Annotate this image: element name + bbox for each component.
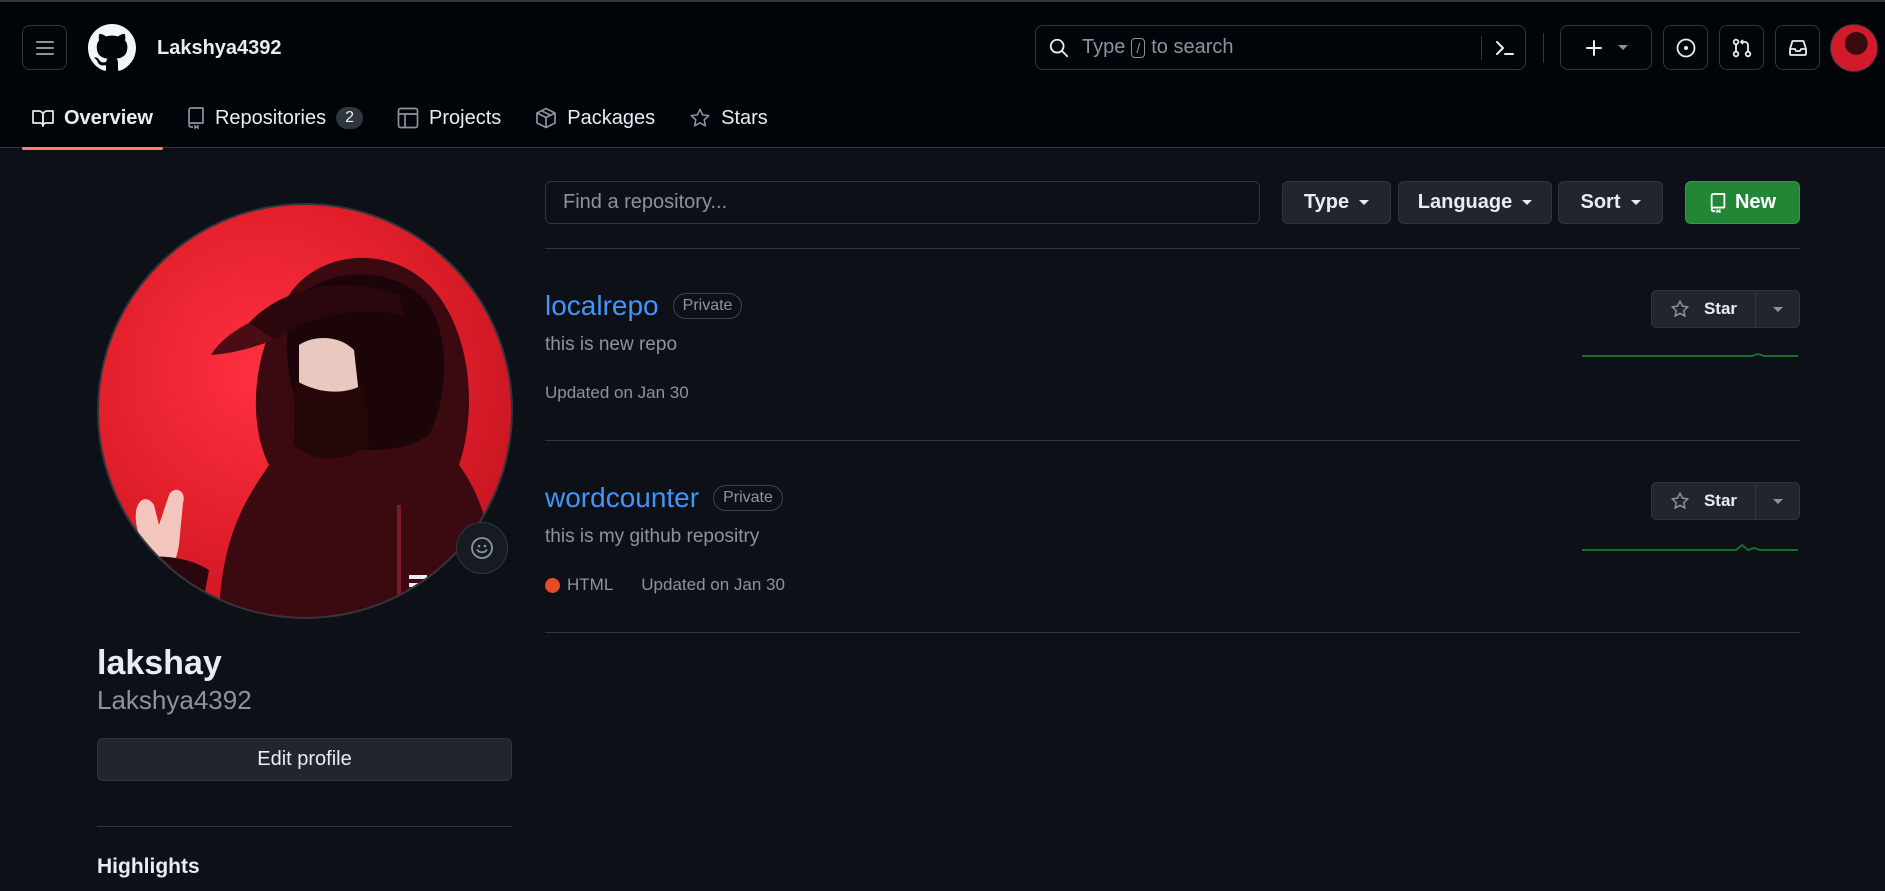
pull-requests-button[interactable] — [1719, 25, 1764, 70]
repo-icon — [188, 107, 204, 129]
command-palette-icon[interactable] — [1493, 36, 1517, 60]
repo-list-item: localrepo Private this is new repo Updat… — [545, 248, 1800, 440]
tab-projects[interactable]: Projects — [387, 98, 511, 138]
tab-packages[interactable]: Packages — [525, 98, 665, 138]
type-filter-label: Type — [1303, 191, 1350, 213]
star-list-dropdown[interactable] — [1756, 291, 1799, 327]
star-list-dropdown[interactable] — [1756, 483, 1799, 519]
edit-profile-button[interactable]: Edit profile — [97, 738, 512, 781]
issues-button[interactable] — [1663, 25, 1708, 70]
visibility-badge: Private — [713, 485, 783, 511]
global-search-input[interactable]: Type / to search — [1035, 25, 1526, 70]
smiley-icon — [471, 537, 493, 559]
github-logo-icon[interactable] — [88, 24, 136, 72]
profile-display-name: lakshay — [97, 644, 222, 682]
profile-avatar[interactable] — [97, 203, 513, 619]
repo-description: this is my github repositry — [545, 526, 760, 547]
activity-sparkline — [1582, 352, 1798, 357]
avatar-illustration — [135, 257, 496, 617]
create-new-button[interactable] — [1560, 25, 1652, 70]
issue-opened-icon — [1676, 38, 1695, 57]
language-color-dot — [545, 577, 560, 593]
star-icon — [690, 108, 710, 127]
repo-name-link[interactable]: localrepo — [545, 290, 659, 322]
star-label: Star — [1703, 299, 1738, 318]
chevron-down-icon — [1359, 200, 1370, 205]
new-repository-button[interactable]: New — [1685, 181, 1800, 224]
repo-icon — [1710, 192, 1726, 213]
package-icon — [536, 107, 557, 129]
chevron-down-icon — [1522, 200, 1533, 205]
chevron-down-icon — [1772, 498, 1783, 504]
sort-button[interactable]: Sort — [1558, 181, 1663, 224]
repo-language: HTML — [545, 575, 613, 595]
star-button[interactable]: Star — [1652, 291, 1756, 327]
repo-description: this is new repo — [545, 334, 678, 355]
plus-icon — [1586, 39, 1602, 56]
repo-updated-time: Updated on Jan 30 — [641, 575, 785, 594]
repo-list-item: wordcounter Private this is my github re… — [545, 440, 1800, 632]
profile-tabs: Overview Repositories 2 Projects Package… — [22, 98, 792, 150]
type-filter-button[interactable]: Type — [1282, 181, 1391, 224]
tab-stars-label: Stars — [721, 106, 768, 129]
chevron-down-icon — [1630, 200, 1641, 205]
star-icon — [1671, 492, 1689, 509]
list-divider — [545, 632, 1800, 633]
search-suffix-text: to search — [1151, 36, 1234, 58]
new-button-label: New — [1734, 191, 1777, 213]
hamburger-icon — [35, 40, 54, 55]
star-button-group: Star — [1651, 290, 1800, 328]
search-icon — [1049, 38, 1069, 57]
search-divider — [1481, 36, 1482, 60]
repo-meta: Updated on Jan 30 — [545, 383, 689, 403]
git-pull-request-icon — [1732, 38, 1751, 57]
repo-updated-time: Updated on Jan 30 — [545, 383, 689, 402]
user-avatar-menu[interactable] — [1830, 24, 1878, 72]
language-label: HTML — [567, 575, 614, 594]
find-repository-input[interactable] — [545, 181, 1260, 224]
search-placeholder: Type / to search — [1082, 36, 1234, 59]
table-icon — [397, 107, 419, 129]
tab-packages-label: Packages — [567, 106, 656, 129]
star-icon — [1671, 300, 1689, 317]
repositories-count-badge: 2 — [336, 107, 364, 129]
repo-name-link[interactable]: wordcounter — [545, 482, 699, 514]
set-status-button[interactable] — [456, 522, 508, 574]
activity-sparkline — [1582, 543, 1798, 552]
sidebar-divider — [97, 826, 512, 827]
tab-overview-label: Overview — [64, 106, 153, 129]
repo-meta: HTML Updated on Jan 30 — [545, 575, 785, 595]
tab-stars[interactable]: Stars — [679, 98, 778, 138]
repo-title-row: localrepo Private — [545, 290, 743, 322]
inbox-icon — [1788, 39, 1807, 56]
star-button[interactable]: Star — [1652, 483, 1756, 519]
chevron-down-icon — [1772, 306, 1783, 312]
profile-login-name: Lakshya4392 — [97, 685, 252, 715]
repo-title-row: wordcounter Private — [545, 482, 783, 514]
sort-label: Sort — [1580, 191, 1621, 213]
language-filter-button[interactable]: Language — [1398, 181, 1552, 224]
star-button-group: Star — [1651, 482, 1800, 520]
inbox-button[interactable] — [1775, 25, 1820, 70]
global-header: Lakshya4392 Type / to search Overview Re… — [0, 0, 1885, 150]
search-shortcut-key: / — [1131, 37, 1146, 58]
hamburger-menu-button[interactable] — [22, 25, 67, 70]
tab-overview[interactable]: Overview — [22, 98, 163, 150]
highlights-heading: Highlights — [97, 855, 200, 878]
tab-repositories[interactable]: Repositories 2 — [177, 98, 373, 138]
visibility-badge: Private — [672, 293, 743, 319]
search-prefix-text: Type — [1082, 36, 1126, 58]
tab-repositories-label: Repositories — [214, 106, 327, 129]
tab-projects-label: Projects — [429, 106, 502, 129]
chevron-down-icon — [1618, 45, 1628, 50]
star-label: Star — [1703, 491, 1738, 510]
book-icon — [32, 110, 54, 127]
header-divider — [1543, 33, 1544, 63]
language-filter-label: Language — [1417, 191, 1513, 213]
header-username-link[interactable]: Lakshya4392 — [157, 37, 282, 60]
